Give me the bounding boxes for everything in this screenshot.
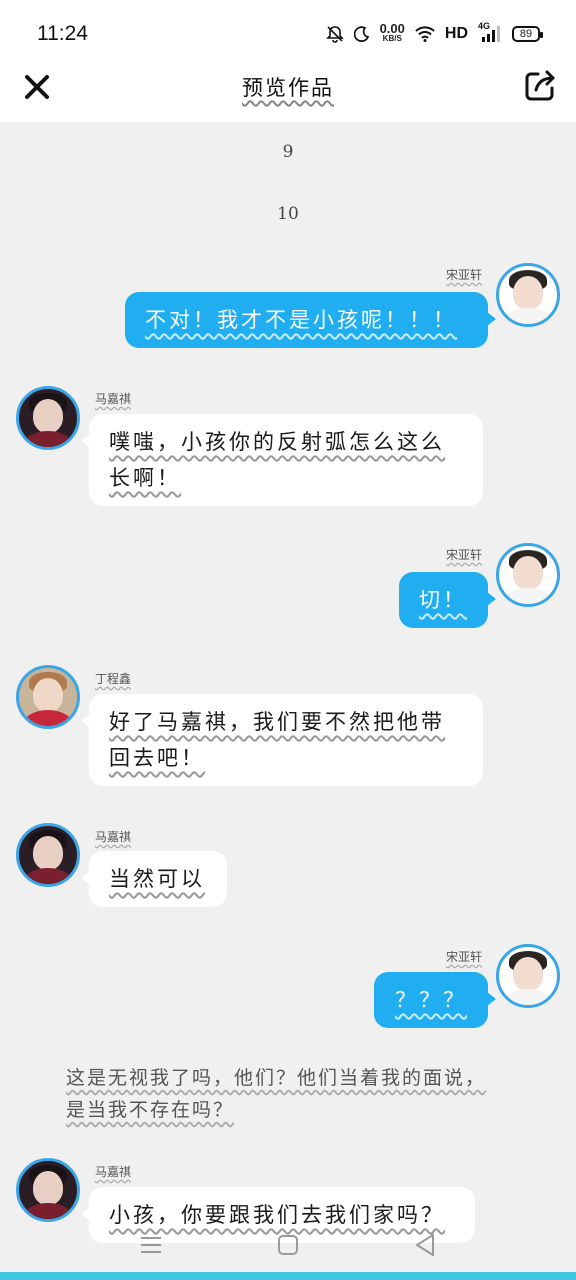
share-button[interactable] xyxy=(522,68,558,104)
menu-button[interactable] xyxy=(136,1230,166,1260)
app-header: 预览作品 xyxy=(0,62,576,122)
wifi-icon xyxy=(415,26,435,42)
sender-name: 马嘉祺 xyxy=(95,830,132,844)
speed-value: 0.00 xyxy=(379,21,405,36)
avatar[interactable] xyxy=(496,543,560,607)
share-icon xyxy=(525,70,555,101)
bottom-accent-strip xyxy=(0,1272,576,1280)
network-speed: 0.00 KB/S xyxy=(379,21,405,44)
status-time: 11:24 xyxy=(37,22,88,45)
chat-bubble: 切！ xyxy=(399,572,496,628)
chat-bubble: 噗嗤，小孩你的反射弧怎么这么长啊！ xyxy=(81,414,483,506)
moon-icon xyxy=(353,26,370,42)
message-text: 噗嗤，小孩你的反射弧怎么这么长啊！ xyxy=(109,430,445,490)
home-icon xyxy=(278,1235,298,1255)
system-nav-bar xyxy=(0,1222,576,1268)
sender-name: 丁程鑫 xyxy=(95,672,132,686)
message-text: 不对！我才不是小孩呢！！！ xyxy=(145,308,457,332)
avatar[interactable] xyxy=(496,944,560,1008)
message-text: 好了马嘉祺，我们要不然把他带回去吧！ xyxy=(109,710,445,770)
message-text: ？？？ xyxy=(395,988,467,1012)
chat-bubble: 好了马嘉祺，我们要不然把他带回去吧！ xyxy=(81,694,483,786)
network-type: 4G xyxy=(478,21,491,31)
page-separator: 9 xyxy=(282,142,294,162)
status-icons: 0.00 KB/S HD 4G 89 xyxy=(325,20,543,48)
chat-bubble: 当然可以 xyxy=(81,851,227,907)
page-separator: 10 xyxy=(277,204,299,224)
message-text: 当然可以 xyxy=(109,867,205,891)
avatar[interactable] xyxy=(496,263,560,327)
back-button[interactable] xyxy=(410,1230,440,1260)
avatar[interactable] xyxy=(16,665,80,729)
sender-name: 宋亚轩 xyxy=(445,950,482,964)
page-title: 预览作品 xyxy=(242,76,334,100)
chat-bubble: ？？？ xyxy=(374,972,496,1028)
avatar[interactable] xyxy=(16,823,80,887)
status-bar: 11:24 0.00 KB/S HD 4G 89 xyxy=(0,0,576,62)
sender-name: 马嘉祺 xyxy=(95,1165,132,1179)
chat-area[interactable]: 9 10 宋亚轩 不对！我才不是小孩呢！！！ 马嘉祺 噗嗤，小孩你的反射弧怎么这… xyxy=(0,122,576,1272)
chat-bubble: 不对！我才不是小孩呢！！！ xyxy=(125,292,496,348)
sender-name: 宋亚轩 xyxy=(445,268,482,282)
back-icon xyxy=(416,1234,434,1256)
battery-indicator: 89 xyxy=(512,26,543,42)
narration-content: 这是无视我了吗，他们？他们当着我的面说，是当我不存在吗？ xyxy=(66,1067,487,1121)
signal-icon: 4G xyxy=(478,21,502,43)
avatar[interactable] xyxy=(16,1158,80,1222)
home-button[interactable] xyxy=(273,1230,303,1260)
avatar[interactable] xyxy=(16,386,80,450)
narration-text: 这是无视我了吗，他们？他们当着我的面说，是当我不存在吗？ xyxy=(66,1062,506,1126)
hd-label: HD xyxy=(444,25,468,42)
speed-unit: KB/S xyxy=(382,34,402,43)
message-text: 切！ xyxy=(419,588,467,612)
mute-icon xyxy=(325,25,344,43)
sender-name: 马嘉祺 xyxy=(95,392,132,406)
sender-name: 宋亚轩 xyxy=(445,548,482,562)
menu-icon xyxy=(141,1237,161,1253)
